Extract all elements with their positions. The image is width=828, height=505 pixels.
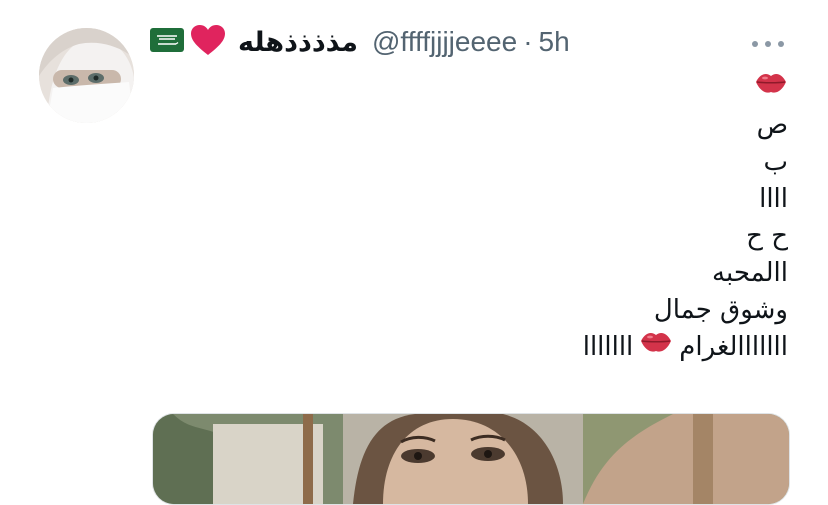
tweet-line-emoji — [168, 70, 788, 107]
tweet-line: االمحبه — [712, 258, 788, 288]
timestamp[interactable]: 5h — [539, 26, 570, 58]
tweet-line: وشوق جمال — [653, 295, 788, 325]
tweet-line: ص — [756, 110, 788, 140]
photo-image — [153, 414, 789, 504]
more-icon[interactable] — [752, 36, 784, 52]
avatar[interactable] — [39, 28, 134, 123]
red-heart-icon — [190, 24, 226, 60]
kiss-mark-icon — [639, 329, 673, 366]
tweet-header: مذذذذهله @ffffjjjjeeee · 5h — [150, 24, 570, 60]
tweet-segment-alifs: ااااااا — [582, 332, 634, 362]
tweet-line: ب — [763, 147, 788, 177]
tweet-line: ح ح — [746, 221, 788, 251]
tweet-segment-ghram: ااااااالغرام — [679, 332, 788, 362]
tweet-line-last: ااااااالغرام ااااااا — [168, 329, 788, 366]
kiss-mark-icon — [754, 70, 788, 107]
handle[interactable]: @ffffjjjjeeee — [372, 26, 517, 58]
tweet-media-image[interactable] — [152, 413, 790, 505]
tweet-line: اااا — [759, 184, 788, 214]
tweet-text: ص ب اااا ح ح االمحبه وشوق جمال ااااااالغ… — [168, 70, 788, 366]
saudi-flag-icon — [150, 28, 184, 56]
display-name[interactable]: مذذذذهله — [238, 27, 358, 58]
avatar-image — [39, 28, 134, 123]
separator-dot: · — [523, 26, 533, 57]
